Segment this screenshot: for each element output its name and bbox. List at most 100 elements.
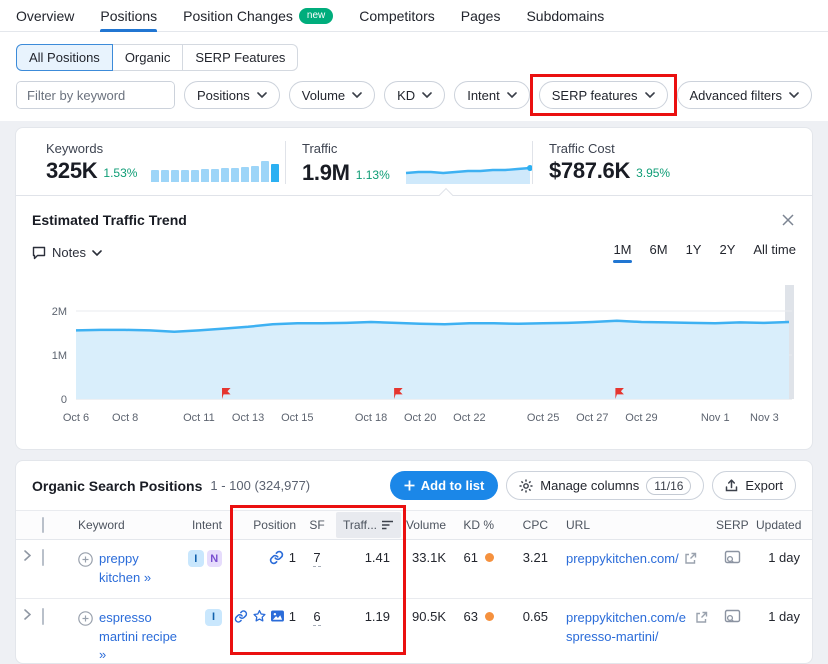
header-cpc[interactable]: CPC <box>504 518 552 532</box>
volume-value: 33.1K <box>394 550 450 565</box>
updated-value: 1 day <box>752 609 808 624</box>
filter-volume[interactable]: Volume <box>289 81 375 109</box>
svg-text:2M: 2M <box>52 306 67 318</box>
header-position[interactable]: Position <box>230 518 302 532</box>
serp-preview-icon[interactable] <box>724 550 741 565</box>
add-keyword-icon[interactable] <box>78 611 93 626</box>
chevron-down-icon <box>352 92 362 98</box>
filter-intent[interactable]: Intent <box>454 81 530 109</box>
keyword-link[interactable]: preppy kitchen <box>99 550 180 588</box>
filter-serp-features[interactable]: SERP features <box>539 81 668 109</box>
stat-traffic-cost: Traffic Cost $787.6K 3.95% <box>533 141 812 184</box>
position-value: 1 <box>289 609 296 624</box>
star-icon <box>253 609 266 623</box>
svg-text:Nov 3: Nov 3 <box>750 412 779 424</box>
expand-chevron-icon[interactable] <box>24 550 31 561</box>
traffic-trend-chart: 01M2MOct 6Oct 8Oct 11Oct 13Oct 15Oct 18O… <box>32 269 796 437</box>
cpc-value: 0.65 <box>504 609 552 624</box>
table-title: Organic Search Positions <box>32 478 202 494</box>
close-icon[interactable] <box>780 212 796 228</box>
filter-kd[interactable]: KD <box>384 81 445 109</box>
nav-competitors[interactable]: Competitors <box>359 0 434 31</box>
keywords-sparkline <box>151 160 279 182</box>
add-to-list-button[interactable]: Add to list <box>390 471 499 500</box>
range-all[interactable]: All time <box>753 242 796 263</box>
header-intent[interactable]: Intent <box>184 518 230 532</box>
manage-columns-button[interactable]: Manage columns 11/16 <box>506 471 704 500</box>
sf-count[interactable]: 7 <box>313 550 320 567</box>
new-badge: new <box>299 8 333 24</box>
plus-icon <box>404 480 415 491</box>
tab-serp-features[interactable]: SERP Features <box>183 44 298 71</box>
table-row: preppy kitchen I N 1 7 1.41 33.1K 61 3.2… <box>16 540 812 599</box>
row-checkbox[interactable] <box>42 608 44 625</box>
url-link[interactable]: preppykitchen.com/ <box>566 550 679 569</box>
trend-title: Estimated Traffic Trend <box>32 212 187 228</box>
chevron-down-icon <box>789 92 799 98</box>
position-value: 1 <box>289 550 296 565</box>
header-kd[interactable]: KD % <box>450 518 504 532</box>
header-volume[interactable]: Volume <box>394 518 450 532</box>
add-keyword-icon[interactable] <box>78 552 93 567</box>
chevron-down-icon <box>507 92 517 98</box>
expand-chevron-icon[interactable] <box>24 609 31 620</box>
header-url[interactable]: URL <box>552 518 712 532</box>
keywords-value: 325K <box>46 160 97 182</box>
table-row: espresso martini recipe I 1 6 1.19 90.5K… <box>16 599 812 664</box>
search-input[interactable] <box>17 82 175 108</box>
row-checkbox[interactable] <box>42 549 44 566</box>
intent-badge-informational: I <box>188 550 204 567</box>
traffic-trend-panel: Estimated Traffic Trend Notes 1M 6M 1Y 2… <box>16 195 812 449</box>
notes-dropdown[interactable]: Notes <box>32 245 102 260</box>
kd-value: 63 <box>464 609 478 624</box>
nav-positions[interactable]: Positions <box>100 0 157 31</box>
kd-value: 61 <box>464 550 478 565</box>
header-sf[interactable]: SF <box>302 518 332 532</box>
svg-text:Oct 20: Oct 20 <box>404 412 436 424</box>
header-traffic[interactable]: Traff... <box>332 512 394 538</box>
sf-count[interactable]: 6 <box>313 609 320 626</box>
svg-text:Oct 27: Oct 27 <box>576 412 608 424</box>
svg-text:Oct 15: Oct 15 <box>281 412 313 424</box>
link-icon <box>269 550 284 565</box>
export-button[interactable]: Export <box>712 471 796 500</box>
header-updated[interactable]: Updated <box>752 518 808 532</box>
svg-text:Nov 1: Nov 1 <box>701 412 730 424</box>
serp-preview-icon[interactable] <box>724 609 741 624</box>
filter-positions[interactable]: Positions <box>184 81 280 109</box>
tab-all-positions[interactable]: All Positions <box>16 44 113 71</box>
external-link-icon[interactable] <box>684 552 697 565</box>
url-link[interactable]: preppykitchen.com/espresso-martini/ <box>566 609 690 647</box>
range-1y[interactable]: 1Y <box>686 242 702 263</box>
header-serp[interactable]: SERP <box>712 518 752 532</box>
svg-text:Oct 25: Oct 25 <box>527 412 559 424</box>
stat-traffic: Traffic 1.9M 1.13% <box>286 141 533 184</box>
filter-advanced[interactable]: Advanced filters <box>677 81 813 109</box>
svg-text:Oct 11: Oct 11 <box>183 412 215 424</box>
range-6m[interactable]: 6M <box>650 242 668 263</box>
external-link-icon[interactable] <box>695 611 708 624</box>
svg-text:Oct 29: Oct 29 <box>625 412 657 424</box>
nav-subdomains[interactable]: Subdomains <box>526 0 604 31</box>
link-icon <box>234 609 248 624</box>
position-type-tabs: All Positions Organic SERP Features <box>0 32 828 71</box>
tab-organic[interactable]: Organic <box>113 44 184 71</box>
svg-text:1M: 1M <box>52 350 67 362</box>
nav-position-changes[interactable]: Position Changes new <box>183 0 333 31</box>
kd-difficulty-dot <box>485 612 494 621</box>
columns-count: 11/16 <box>646 477 691 495</box>
note-bubble-icon <box>32 246 46 260</box>
svg-text:Oct 8: Oct 8 <box>112 412 138 424</box>
nav-overview[interactable]: Overview <box>16 0 74 31</box>
header: Overview Positions Position Changes new … <box>0 0 828 121</box>
range-2y[interactable]: 2Y <box>719 242 735 263</box>
header-keyword[interactable]: Keyword <box>64 518 184 532</box>
updated-value: 1 day <box>752 550 808 565</box>
select-all-checkbox[interactable] <box>42 517 44 533</box>
traffic-cost-value: $787.6K <box>549 160 630 182</box>
svg-text:Oct 13: Oct 13 <box>232 412 264 424</box>
svg-text:0: 0 <box>61 394 67 406</box>
range-1m[interactable]: 1M <box>613 242 631 263</box>
nav-pages[interactable]: Pages <box>461 0 501 31</box>
chevron-down-icon <box>257 92 267 98</box>
